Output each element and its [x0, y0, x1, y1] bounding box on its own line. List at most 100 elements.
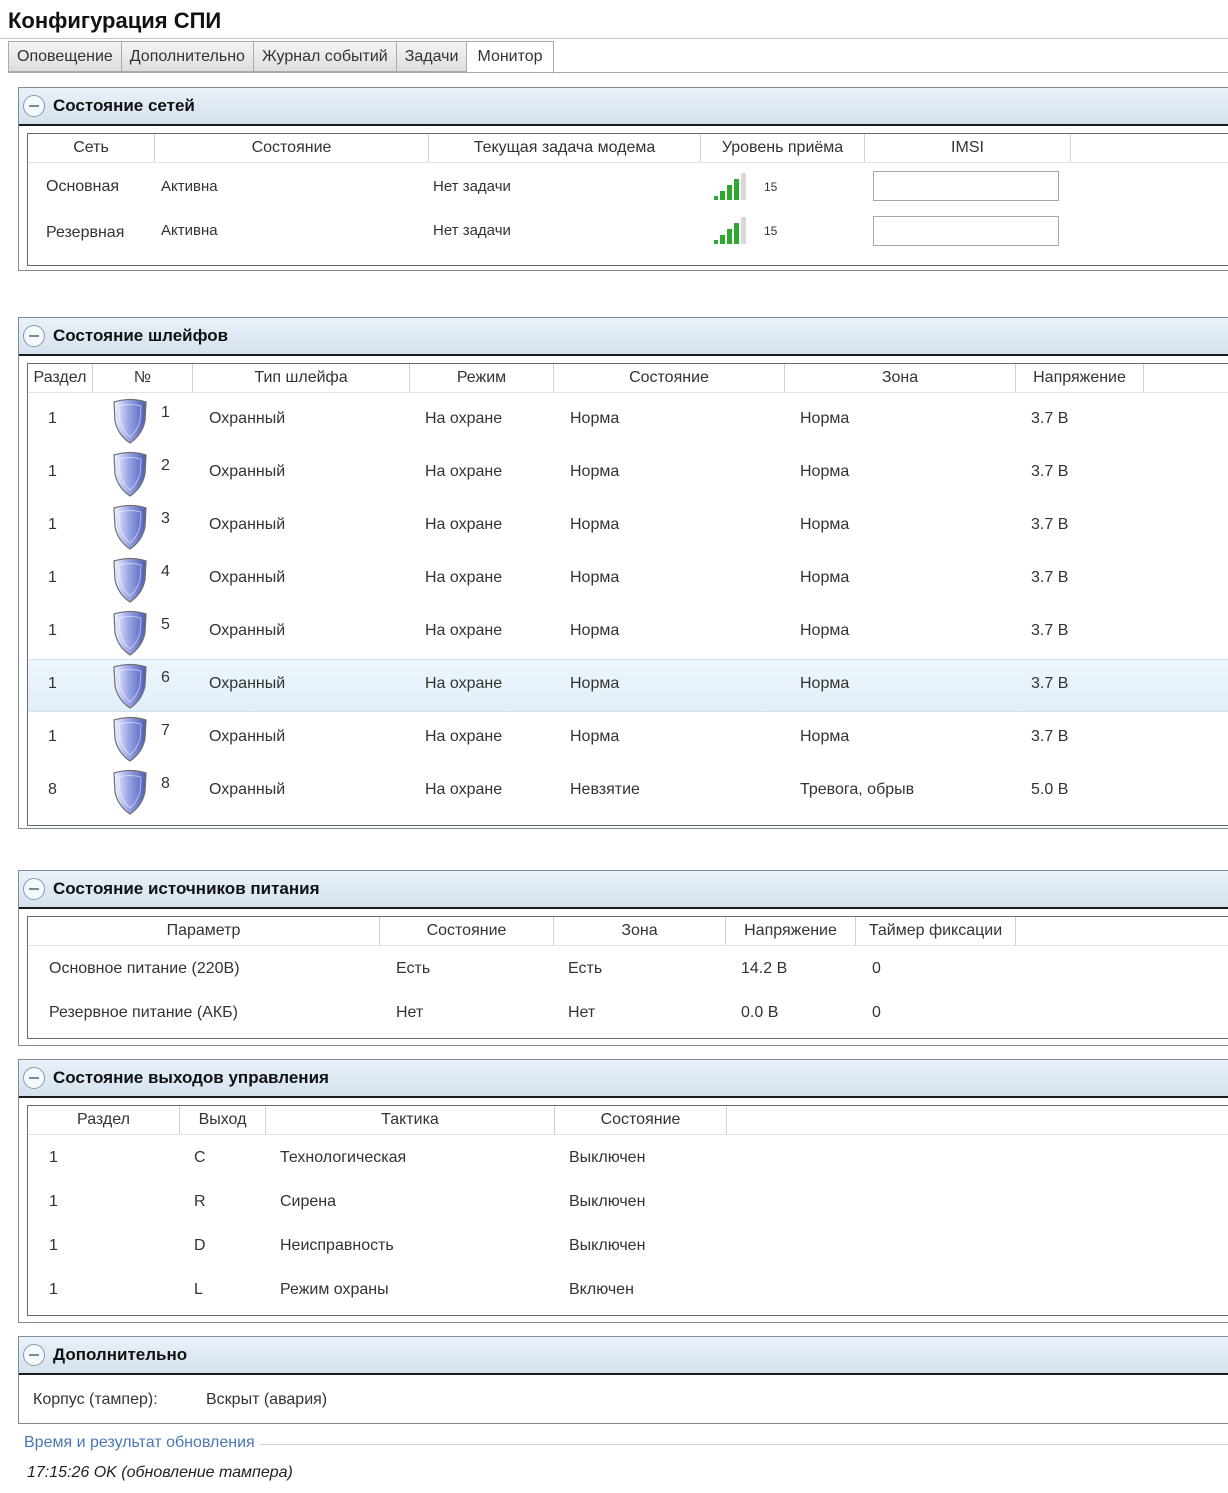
network-state: Активна	[161, 178, 218, 195]
power-parameter: Основное питание (220В)	[49, 960, 240, 977]
output-section: 1	[49, 1281, 58, 1298]
loop-type: Охранный	[209, 569, 286, 586]
column-header[interactable]: Состояние	[555, 1106, 727, 1134]
loop-state: Невзятие	[570, 781, 640, 798]
column-header[interactable]: Режим	[410, 364, 554, 392]
loop-section: 1	[48, 463, 57, 480]
column-header[interactable]: Текущая задача модема	[429, 134, 701, 162]
loop-number: 7	[161, 722, 170, 739]
networks-panel: Состояние сетей Сеть Состояние Текущая з…	[18, 87, 1228, 271]
loop-type: Охранный	[209, 463, 286, 480]
output-id: L	[194, 1281, 203, 1298]
column-header[interactable]: Уровень приёма	[701, 134, 865, 162]
loop-section: 1	[48, 516, 57, 533]
column-header[interactable]: Напряжение	[726, 917, 856, 945]
loop-state: Норма	[570, 622, 620, 639]
column-header[interactable]: Раздел	[28, 364, 93, 392]
column-header[interactable]: IMSI	[865, 134, 1071, 162]
extra-panel-title: Дополнительно	[53, 1345, 188, 1364]
loop-voltage: 3.7 В	[1031, 410, 1069, 427]
loop-number: 4	[161, 563, 170, 580]
column-header[interactable]: Зона	[554, 917, 726, 945]
loop-type: Охранный	[209, 410, 286, 427]
column-header[interactable]: Состояние	[155, 134, 429, 162]
column-header[interactable]: Параметр	[28, 917, 380, 945]
collapse-icon[interactable]	[23, 878, 45, 900]
loop-number: 8	[161, 775, 170, 792]
loop-type: Охранный	[209, 781, 286, 798]
loop-voltage: 3.7 В	[1031, 728, 1069, 745]
loop-state: Норма	[570, 728, 620, 745]
network-state: Активна	[161, 222, 218, 239]
imsi-field[interactable]	[873, 171, 1059, 201]
loop-zone: Норма	[800, 728, 850, 745]
loop-section: 1	[48, 622, 57, 639]
outputs-panel-header[interactable]: Состояние выходов управления	[19, 1060, 1228, 1098]
loop-type: Охранный	[209, 728, 286, 745]
output-tactic: Сирена	[280, 1193, 337, 1210]
loop-state: Норма	[570, 410, 620, 427]
modem-task: Нет задачи	[433, 178, 511, 195]
loop-zone: Тревога, обрыв	[800, 781, 915, 798]
loop-section: 8	[48, 781, 57, 798]
signal-strength-icon	[714, 173, 746, 200]
loop-number: 1	[161, 404, 170, 421]
tab-bar: Оповещение Дополнительно Журнал событий …	[8, 41, 554, 74]
power-state: Есть	[396, 960, 431, 977]
column-header[interactable]: Тип шлейфа	[193, 364, 410, 392]
loops-panel: Состояние шлейфов Раздел № Тип шлейфа Ре…	[18, 317, 1228, 829]
tab-event-log[interactable]: Журнал событий	[252, 41, 396, 72]
power-parameter: Резервное питание (АКБ)	[49, 1004, 238, 1021]
loop-zone: Норма	[800, 622, 850, 639]
column-header[interactable]: №	[93, 364, 193, 392]
tamper-value: Вскрыт (авария)	[206, 1391, 328, 1408]
tab-monitor[interactable]: Монитор	[466, 41, 554, 74]
column-header[interactable]: Таймер фиксации	[856, 917, 1016, 945]
loop-state: Норма	[570, 516, 620, 533]
loops-panel-header[interactable]: Состояние шлейфов	[19, 318, 1228, 356]
loop-mode: На охране	[425, 569, 503, 586]
output-section: 1	[49, 1237, 58, 1254]
loop-zone: Норма	[800, 569, 850, 586]
output-state: Включен	[569, 1281, 634, 1298]
power-voltage: 14.2 В	[741, 960, 788, 977]
loop-number: 6	[161, 669, 170, 686]
loop-voltage: 3.7 В	[1031, 463, 1069, 480]
network-name: Основная	[46, 178, 120, 195]
collapse-icon[interactable]	[23, 325, 45, 347]
extra-panel-header[interactable]: Дополнительно	[19, 1337, 1228, 1375]
output-state: Выключен	[569, 1237, 646, 1254]
tab-tasks[interactable]: Задачи	[395, 41, 467, 72]
tamper-label: Корпус (тампер):	[33, 1391, 158, 1408]
loop-zone: Норма	[800, 675, 850, 692]
column-header[interactable]: Сеть	[28, 134, 155, 162]
outputs-panel: Состояние выходов управления Раздел Выхо…	[18, 1059, 1228, 1323]
column-header[interactable]: Состояние	[380, 917, 554, 945]
loops-table: Раздел № Тип шлейфа Режим Состояние Зона…	[27, 363, 1228, 826]
power-panel-header[interactable]: Состояние источников питания	[19, 871, 1228, 909]
power-panel-title: Состояние источников питания	[53, 879, 320, 898]
tab-notification[interactable]: Оповещение	[8, 41, 121, 72]
tab-additional[interactable]: Дополнительно	[120, 41, 253, 72]
column-header[interactable]: Выход	[180, 1106, 266, 1134]
shield-icon	[110, 503, 150, 551]
networks-panel-header[interactable]: Состояние сетей	[19, 88, 1228, 126]
column-header[interactable]: Зона	[785, 364, 1016, 392]
column-header[interactable]: Тактика	[266, 1106, 555, 1134]
output-tactic: Неисправность	[280, 1237, 394, 1254]
header-divider	[28, 945, 1228, 946]
loop-mode: На охране	[425, 516, 503, 533]
loop-voltage: 3.7 В	[1031, 516, 1069, 533]
column-header[interactable]: Раздел	[28, 1106, 180, 1134]
loop-state: Норма	[570, 463, 620, 480]
imsi-field[interactable]	[873, 216, 1059, 246]
loop-section: 1	[48, 569, 57, 586]
column-header[interactable]: Напряжение	[1016, 364, 1144, 392]
collapse-icon[interactable]	[23, 1344, 45, 1366]
collapse-icon[interactable]	[23, 95, 45, 117]
signal-level: 15	[764, 224, 778, 238]
column-header[interactable]: Состояние	[554, 364, 785, 392]
loop-mode: На охране	[425, 622, 503, 639]
collapse-icon[interactable]	[23, 1067, 45, 1089]
loop-voltage: 3.7 В	[1031, 675, 1069, 692]
